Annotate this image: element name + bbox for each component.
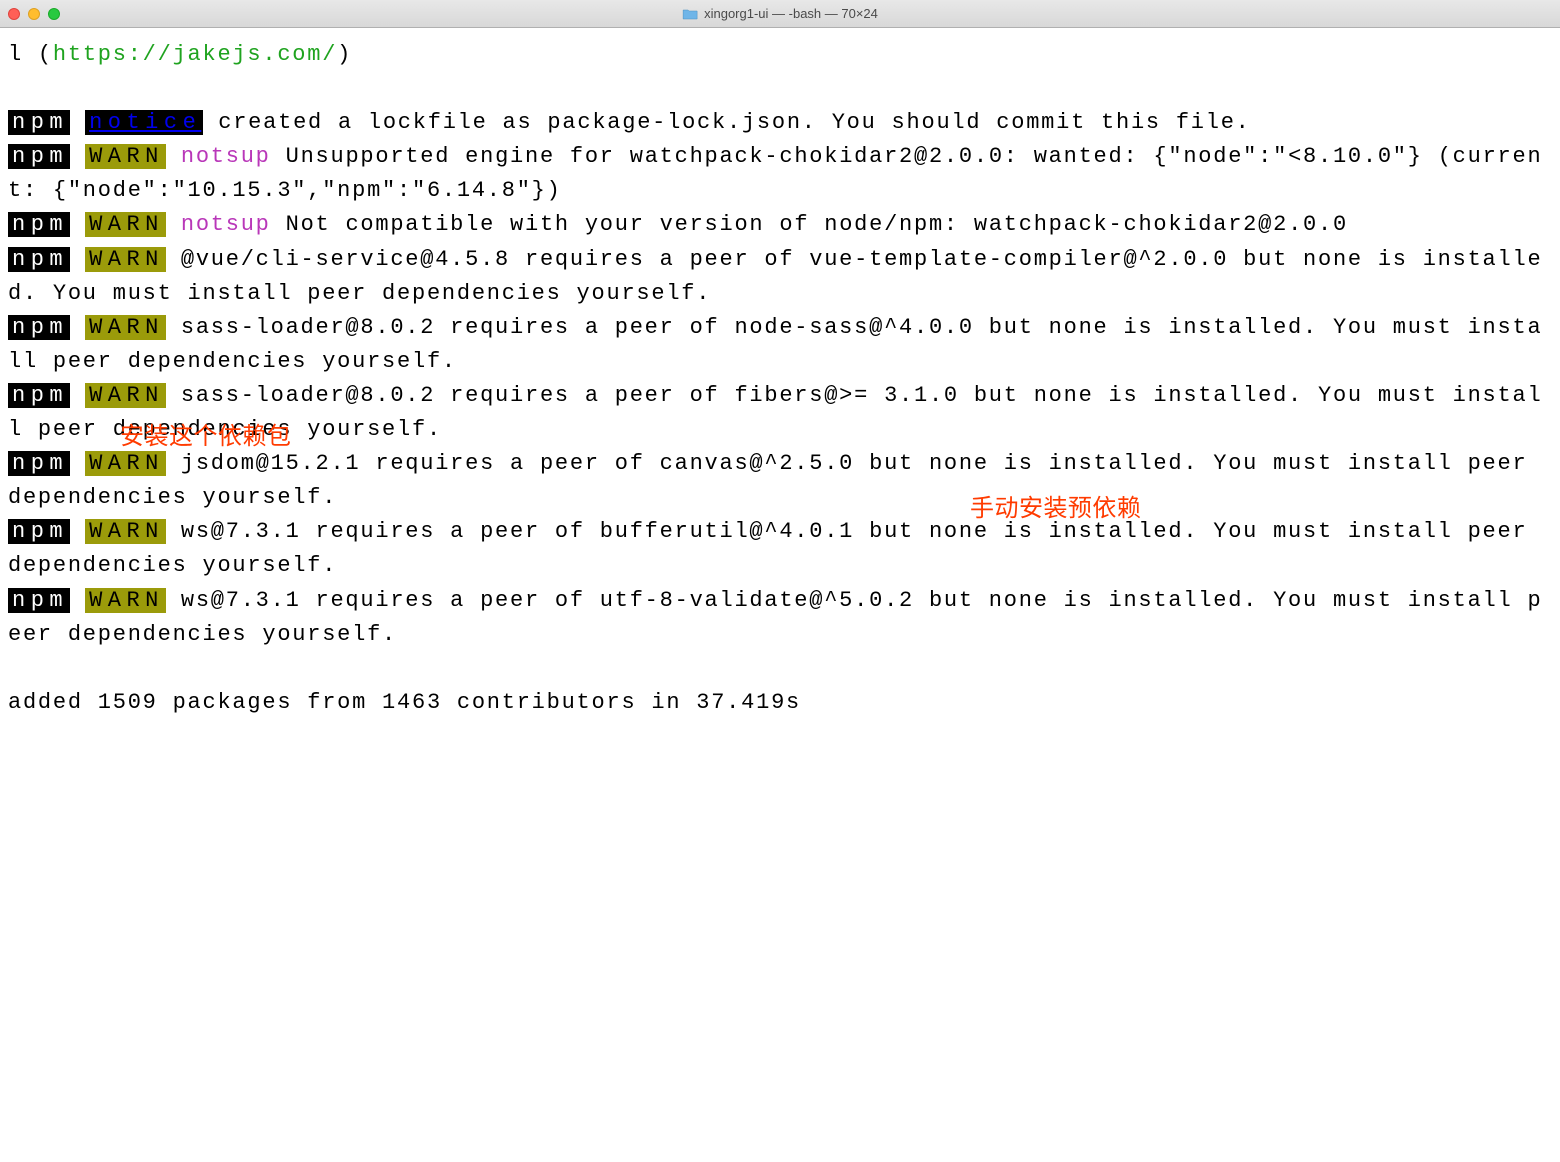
warn-badge: WARN: [85, 247, 166, 272]
notsup-label: notsup: [181, 144, 271, 169]
npm-badge: npm: [8, 451, 70, 476]
warn-text-3: @vue/cli-service@4.5.8 requires a peer o…: [8, 247, 1542, 306]
warn-badge: WARN: [85, 383, 166, 408]
warn-text-8: ws@7.3.1 requires a peer of utf-8-valida…: [8, 588, 1542, 647]
window-title: xingorg1-ui — -bash — 70×24: [704, 6, 878, 21]
npm-badge: npm: [8, 110, 70, 135]
notice-badge: notice: [85, 110, 203, 135]
minimize-icon[interactable]: [28, 8, 40, 20]
npm-badge: npm: [8, 588, 70, 613]
url-line-prefix: l (: [8, 42, 53, 67]
window-title-wrap: xingorg1-ui — -bash — 70×24: [682, 6, 878, 21]
warn-text-4: sass-loader@8.0.2 requires a peer of nod…: [8, 315, 1542, 374]
notsup-label: notsup: [181, 212, 271, 237]
url-line-suffix: ): [337, 42, 352, 67]
maximize-icon[interactable]: [48, 8, 60, 20]
warn-text-7: ws@7.3.1 requires a peer of bufferutil@^…: [8, 519, 1542, 578]
titlebar: xingorg1-ui — -bash — 70×24: [0, 0, 1560, 28]
warn-badge: WARN: [85, 315, 166, 340]
traffic-lights: [8, 8, 60, 20]
warn-badge: WARN: [85, 212, 166, 237]
annotation-manual-install: 手动安装预依赖: [970, 490, 1141, 527]
npm-badge: npm: [8, 212, 70, 237]
notice-text: created a lockfile as package-lock.json.…: [203, 110, 1250, 135]
warn-text-2: Not compatible with your version of node…: [271, 212, 1348, 237]
npm-badge: npm: [8, 144, 70, 169]
warn-badge: WARN: [85, 519, 166, 544]
npm-badge: npm: [8, 383, 70, 408]
folder-icon: [682, 8, 698, 20]
terminal-output[interactable]: l (https://jakejs.com/) npm notice creat…: [0, 28, 1560, 798]
annotation-install-package: 安装这个依赖包: [120, 418, 291, 455]
jake-url: https://jakejs.com/: [53, 42, 337, 67]
npm-badge: npm: [8, 247, 70, 272]
warn-text-6: jsdom@15.2.1 requires a peer of canvas@^…: [8, 451, 1542, 510]
npm-badge: npm: [8, 315, 70, 340]
warn-badge: WARN: [85, 144, 166, 169]
warn-badge: WARN: [85, 588, 166, 613]
close-icon[interactable]: [8, 8, 20, 20]
npm-badge: npm: [8, 519, 70, 544]
install-summary: added 1509 packages from 1463 contributo…: [8, 690, 801, 715]
